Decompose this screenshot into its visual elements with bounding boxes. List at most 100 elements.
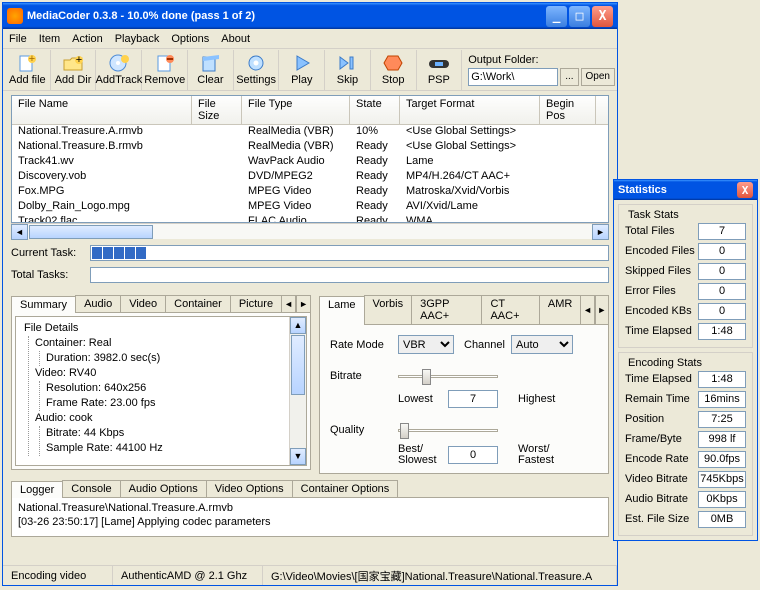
tab-vorbis[interactable]: Vorbis — [364, 295, 413, 324]
table-row[interactable]: National.Treasure.A.rmvbRealMedia (VBR)1… — [12, 125, 608, 140]
browse-button[interactable]: ... — [560, 68, 578, 86]
tab-nav-right[interactable]: ► — [296, 295, 311, 312]
psp-button[interactable]: PSP — [417, 50, 463, 90]
lowest-label: Lowest — [398, 393, 442, 405]
file-details-tree[interactable]: File Details Container: Real Duration: 3… — [15, 316, 307, 466]
stats-title: Statistics — [618, 184, 667, 196]
table-row[interactable]: Track41.wvWavPack AudioReadyLame — [12, 155, 608, 170]
stats-titlebar[interactable]: Statistics X — [614, 180, 757, 200]
stats-close-button[interactable]: X — [737, 182, 753, 198]
stat-row: Frame/Byte998 lf — [625, 429, 746, 449]
table-hscroll[interactable]: ◄ ► — [11, 223, 609, 239]
menu-playback[interactable]: Playback — [115, 33, 160, 45]
add-file-button[interactable]: +Add file — [5, 50, 51, 90]
channel-select[interactable]: Auto — [511, 335, 573, 354]
scroll-right-icon[interactable]: ► — [592, 224, 609, 240]
stop-button[interactable]: Stop — [371, 50, 417, 90]
encoding-stats-group: Encoding Stats Time Elapsed1:48Remain Ti… — [618, 352, 753, 536]
stat-row: Encode Rate90.0fps — [625, 449, 746, 469]
th-target[interactable]: Target Format — [400, 96, 540, 124]
status-cpu: AuthenticAMD @ 2.1 Ghz — [113, 566, 263, 585]
close-button[interactable]: X — [592, 6, 613, 27]
remove-button[interactable]: Remove — [142, 50, 188, 90]
th-filesize[interactable]: File Size — [192, 96, 242, 124]
tab-nav-left[interactable]: ◄ — [281, 295, 296, 312]
th-filetype[interactable]: File Type — [242, 96, 350, 124]
rtab-nav-left[interactable]: ◄ — [580, 295, 594, 324]
current-task-label: Current Task: — [11, 247, 84, 259]
bitrate-value: 7 — [448, 390, 498, 408]
tab-ctaac[interactable]: CT AAC+ — [481, 295, 539, 324]
bitrate-slider[interactable] — [398, 366, 498, 386]
file-remove-icon — [154, 53, 176, 73]
tab-audio-options[interactable]: Audio Options — [120, 480, 207, 497]
stat-row: Skipped Files0 — [625, 261, 746, 281]
menu-item[interactable]: Item — [39, 33, 60, 45]
scroll-up-icon[interactable]: ▲ — [290, 317, 306, 334]
clear-button[interactable]: Clear — [188, 50, 234, 90]
output-folder-group: Output Folder: ... Open — [468, 54, 615, 86]
maximize-button[interactable]: □ — [569, 6, 590, 27]
rtab-nav-right[interactable]: ► — [595, 295, 609, 324]
open-button[interactable]: Open — [581, 68, 615, 86]
stat-row: Error Files0 — [625, 281, 746, 301]
scroll-vthumb[interactable] — [291, 335, 305, 395]
th-beginpos[interactable]: Begin Pos — [540, 96, 596, 124]
add-track-button[interactable]: AddTrack — [96, 50, 142, 90]
tab-video[interactable]: Video — [120, 295, 166, 312]
titlebar[interactable]: MediaCoder 0.3.8 - 10.0% done (pass 1 of… — [3, 3, 617, 29]
current-task-progress — [90, 245, 609, 261]
stat-row: Video Bitrate745Kbps — [625, 469, 746, 489]
scroll-thumb[interactable] — [29, 225, 153, 239]
table-row[interactable]: National.Treasure.B.rmvbRealMedia (VBR)R… — [12, 140, 608, 155]
tab-summary[interactable]: Summary — [11, 296, 76, 313]
menu-action[interactable]: Action — [72, 33, 103, 45]
tab-container-options[interactable]: Container Options — [292, 480, 399, 497]
channel-label: Channel — [464, 339, 505, 351]
table-row[interactable]: Fox.MPGMPEG VideoReadyMatroska/Xvid/Vorb… — [12, 185, 608, 200]
skip-button[interactable]: Skip — [325, 50, 371, 90]
rate-mode-label: Rate Mode — [330, 339, 392, 351]
scroll-down-icon[interactable]: ▼ — [290, 448, 306, 465]
menu-about[interactable]: About — [221, 33, 250, 45]
tab-audio[interactable]: Audio — [75, 295, 121, 312]
scroll-left-icon[interactable]: ◄ — [11, 224, 28, 240]
add-dir-button[interactable]: +Add Dir — [51, 50, 97, 90]
tab-console[interactable]: Console — [62, 480, 120, 497]
tab-lame[interactable]: Lame — [319, 296, 365, 325]
minimize-button[interactable]: _ — [546, 6, 567, 27]
table-row[interactable]: Track02.flacFLAC AudioReadyWMA — [12, 215, 608, 223]
th-filename[interactable]: File Name — [12, 96, 192, 124]
quality-label: Quality — [330, 424, 392, 436]
tab-video-options[interactable]: Video Options — [206, 480, 293, 497]
output-folder-label: Output Folder: — [468, 54, 615, 66]
log-output: National.Treasure\National.Treasure.A.rm… — [11, 497, 609, 537]
play-button[interactable]: Play — [279, 50, 325, 90]
stat-row: Audio Bitrate0Kbps — [625, 489, 746, 509]
stat-row: Time Elapsed1:48 — [625, 369, 746, 389]
tab-amr[interactable]: AMR — [539, 295, 581, 324]
status-path: G:\Video\Movies\[国家宝藏]National.Treasure\… — [263, 566, 617, 585]
tab-3gpp[interactable]: 3GPP AAC+ — [411, 295, 482, 324]
rate-mode-select[interactable]: VBR — [398, 335, 454, 354]
tab-container[interactable]: Container — [165, 295, 231, 312]
tab-logger[interactable]: Logger — [11, 481, 63, 498]
total-tasks-label: Total Tasks: — [11, 269, 84, 281]
bitrate-label: Bitrate — [330, 370, 392, 382]
statusbar: Encoding video AuthenticAMD @ 2.1 Ghz G:… — [3, 565, 617, 585]
menu-file[interactable]: File — [9, 33, 27, 45]
stat-row: Est. File Size0MB — [625, 509, 746, 529]
tree-vscroll[interactable]: ▲ ▼ — [289, 317, 306, 465]
table-row[interactable]: Discovery.vobDVD/MPEG2ReadyMP4/H.264/CT … — [12, 170, 608, 185]
settings-button[interactable]: Settings — [234, 50, 280, 90]
th-state[interactable]: State — [350, 96, 400, 124]
menu-options[interactable]: Options — [171, 33, 209, 45]
svg-text:+: + — [29, 53, 35, 65]
tab-picture[interactable]: Picture — [230, 295, 282, 312]
table-row[interactable]: Dolby_Rain_Logo.mpgMPEG VideoReadyAVI/Xv… — [12, 200, 608, 215]
status-encoding: Encoding video — [3, 566, 113, 585]
output-folder-input[interactable] — [468, 68, 558, 86]
quality-slider[interactable] — [398, 420, 498, 440]
stat-row: Encoded KBs0 — [625, 301, 746, 321]
highest-label: Highest — [518, 393, 555, 405]
